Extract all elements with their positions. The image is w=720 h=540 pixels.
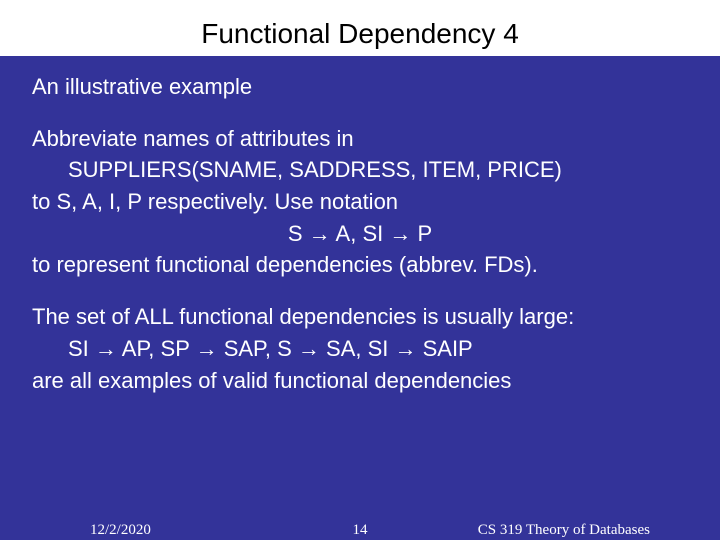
text-line: SUPPLIERS(SNAME, SADDRESS, ITEM, PRICE) [32, 155, 688, 185]
text-line: to S, A, I, P respectively. Use notation [32, 187, 688, 217]
text-line: Abbreviate names of attributes in [32, 124, 688, 154]
slide-title: Functional Dependency 4 [0, 0, 720, 56]
text-line: The set of ALL functional dependencies i… [32, 302, 688, 332]
text-line: to represent functional dependencies (ab… [32, 250, 688, 280]
text-line: S → A, SI → P [32, 219, 688, 249]
spacer [32, 282, 688, 302]
slide: Functional Dependency 4 An illustrative … [0, 0, 720, 540]
text-line: An illustrative example [32, 72, 688, 102]
spacer [32, 104, 688, 124]
footer-course: CS 319 Theory of Databases [478, 522, 650, 539]
text-line: are all examples of valid functional dep… [32, 366, 688, 396]
text-line: SI → AP, SP → SAP, S → SA, SI → SAIP [32, 334, 688, 364]
slide-body: An illustrative example Abbreviate names… [0, 56, 720, 395]
